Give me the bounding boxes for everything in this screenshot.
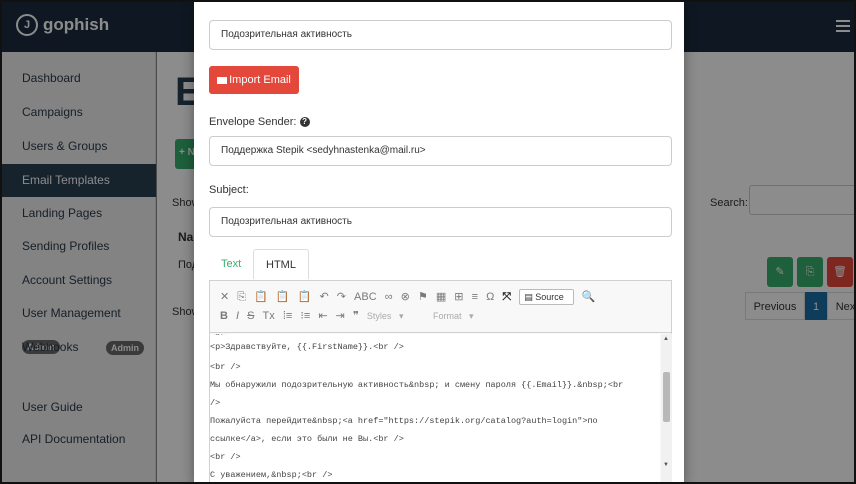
remove-format-icon[interactable]: Tx [263, 310, 275, 322]
code-line: <br /> [210, 362, 241, 372]
import-email-button[interactable]: Import Email [209, 66, 299, 94]
scroll-down-icon[interactable]: ▼ [663, 462, 669, 468]
scroll-thumb[interactable] [663, 372, 670, 422]
code-line: ссылке</a>, если это были не Вы.<br /> [210, 434, 404, 444]
tab-text[interactable]: Text [209, 249, 253, 279]
help-icon[interactable]: ? [299, 117, 310, 128]
numbered-list-icon[interactable]: ⁞≡ [283, 310, 292, 322]
edit-template-modal: Подозрительная активность Import Email E… [194, 2, 684, 482]
italic-icon[interactable]: I [236, 310, 239, 322]
code-line: <br /> [210, 452, 241, 462]
bullet-list-icon[interactable]: ⁝≡ [300, 309, 310, 322]
styles-select[interactable]: Styles ▾ [367, 311, 425, 322]
editor-tabs: Text HTML [209, 249, 672, 279]
toolbar-row-1: ✕ ⎘ 📋 📋 📋 ↶ ↷ ABC ∞ ⊗ ⚑ ▦ ⊞ ≡ Ω ⤧ ▤ Sour… [220, 289, 601, 309]
envelope-icon [217, 76, 228, 84]
paste-word-icon[interactable]: 📋 [298, 290, 312, 303]
blockquote-icon[interactable]: ❞ [353, 309, 359, 322]
outdent-icon[interactable]: ⇤ [318, 309, 327, 322]
scroll-up-icon[interactable]: ▲ [663, 336, 669, 342]
code-line: Мы обнаружили подозрительную активность&… [210, 380, 624, 390]
paste-text-icon[interactable]: 📋 [276, 290, 290, 303]
maximize-icon[interactable]: ⤧ [502, 291, 511, 304]
template-name-field[interactable]: Подозрительная активность [209, 20, 672, 50]
strike-icon[interactable]: S [247, 310, 254, 322]
link-icon[interactable]: ∞ [385, 291, 393, 303]
envelope-sender-label: Envelope Sender: ? [209, 116, 310, 128]
special-char-icon[interactable]: Ω [486, 291, 494, 303]
preview-icon[interactable]: 🔍 [582, 290, 596, 303]
code-line: <p>Здравствуйте, {{.FirstName}}.<br /> [210, 342, 404, 352]
subject-label: Subject: [209, 184, 249, 196]
undo-icon[interactable]: ↶ [319, 290, 328, 303]
spellcheck-icon[interactable]: ABC [354, 291, 377, 303]
horizontal-line-icon[interactable]: ≡ [472, 291, 478, 303]
envelope-sender-field[interactable]: Поддержка Stepik <sedyhnastenka@mail.ru> [209, 136, 672, 166]
code-line: Пожалуйста перейдите&nbsp;<a href="https… [210, 416, 598, 426]
image-icon[interactable]: ▦ [436, 290, 446, 303]
code-line: С уважением,&nbsp;<br /> [210, 470, 333, 480]
code-scrollbar[interactable]: ▲ ▼ [661, 334, 672, 482]
table-icon[interactable]: ⊞ [454, 290, 463, 303]
code-line: /> [210, 398, 221, 408]
import-email-label: Import Email [229, 74, 291, 86]
source-button[interactable]: ▤ Source [519, 289, 574, 305]
unlink-icon[interactable]: ⊗ [401, 290, 410, 303]
paste-icon[interactable]: 📋 [254, 290, 268, 303]
cut-icon[interactable]: ✕ [220, 290, 229, 303]
html-editor: ✕ ⎘ 📋 📋 📋 ↶ ↷ ABC ∞ ⊗ ⚑ ▦ ⊞ ≡ Ω ⤧ ▤ Sour… [209, 280, 672, 482]
source-code-area[interactable]: <br> <p>Здравствуйте, {{.FirstName}}.<br… [210, 334, 660, 482]
tab-html[interactable]: HTML [253, 249, 309, 279]
anchor-icon[interactable]: ⚑ [418, 290, 428, 303]
indent-icon[interactable]: ⇥ [336, 309, 345, 322]
copy-icon[interactable]: ⎘ [237, 291, 246, 304]
toolbar-row-2: B I S Tx ⁞≡ ⁝≡ ⇤ ⇥ ❞ Styles ▾ Format ▾ [220, 309, 496, 329]
editor-toolbar: ✕ ⎘ 📋 📋 📋 ↶ ↷ ABC ∞ ⊗ ⚑ ▦ ⊞ ≡ Ω ⤧ ▤ Sour… [210, 281, 671, 333]
format-select[interactable]: Format ▾ [433, 311, 491, 322]
subject-field[interactable]: Подозрительная активность [209, 207, 672, 237]
bold-icon[interactable]: B [220, 310, 228, 322]
code-line-partial: <br> [210, 334, 230, 338]
redo-icon[interactable]: ↷ [337, 290, 346, 303]
app-window: J gophish Dashboard Campaigns Users & Gr… [0, 0, 856, 484]
